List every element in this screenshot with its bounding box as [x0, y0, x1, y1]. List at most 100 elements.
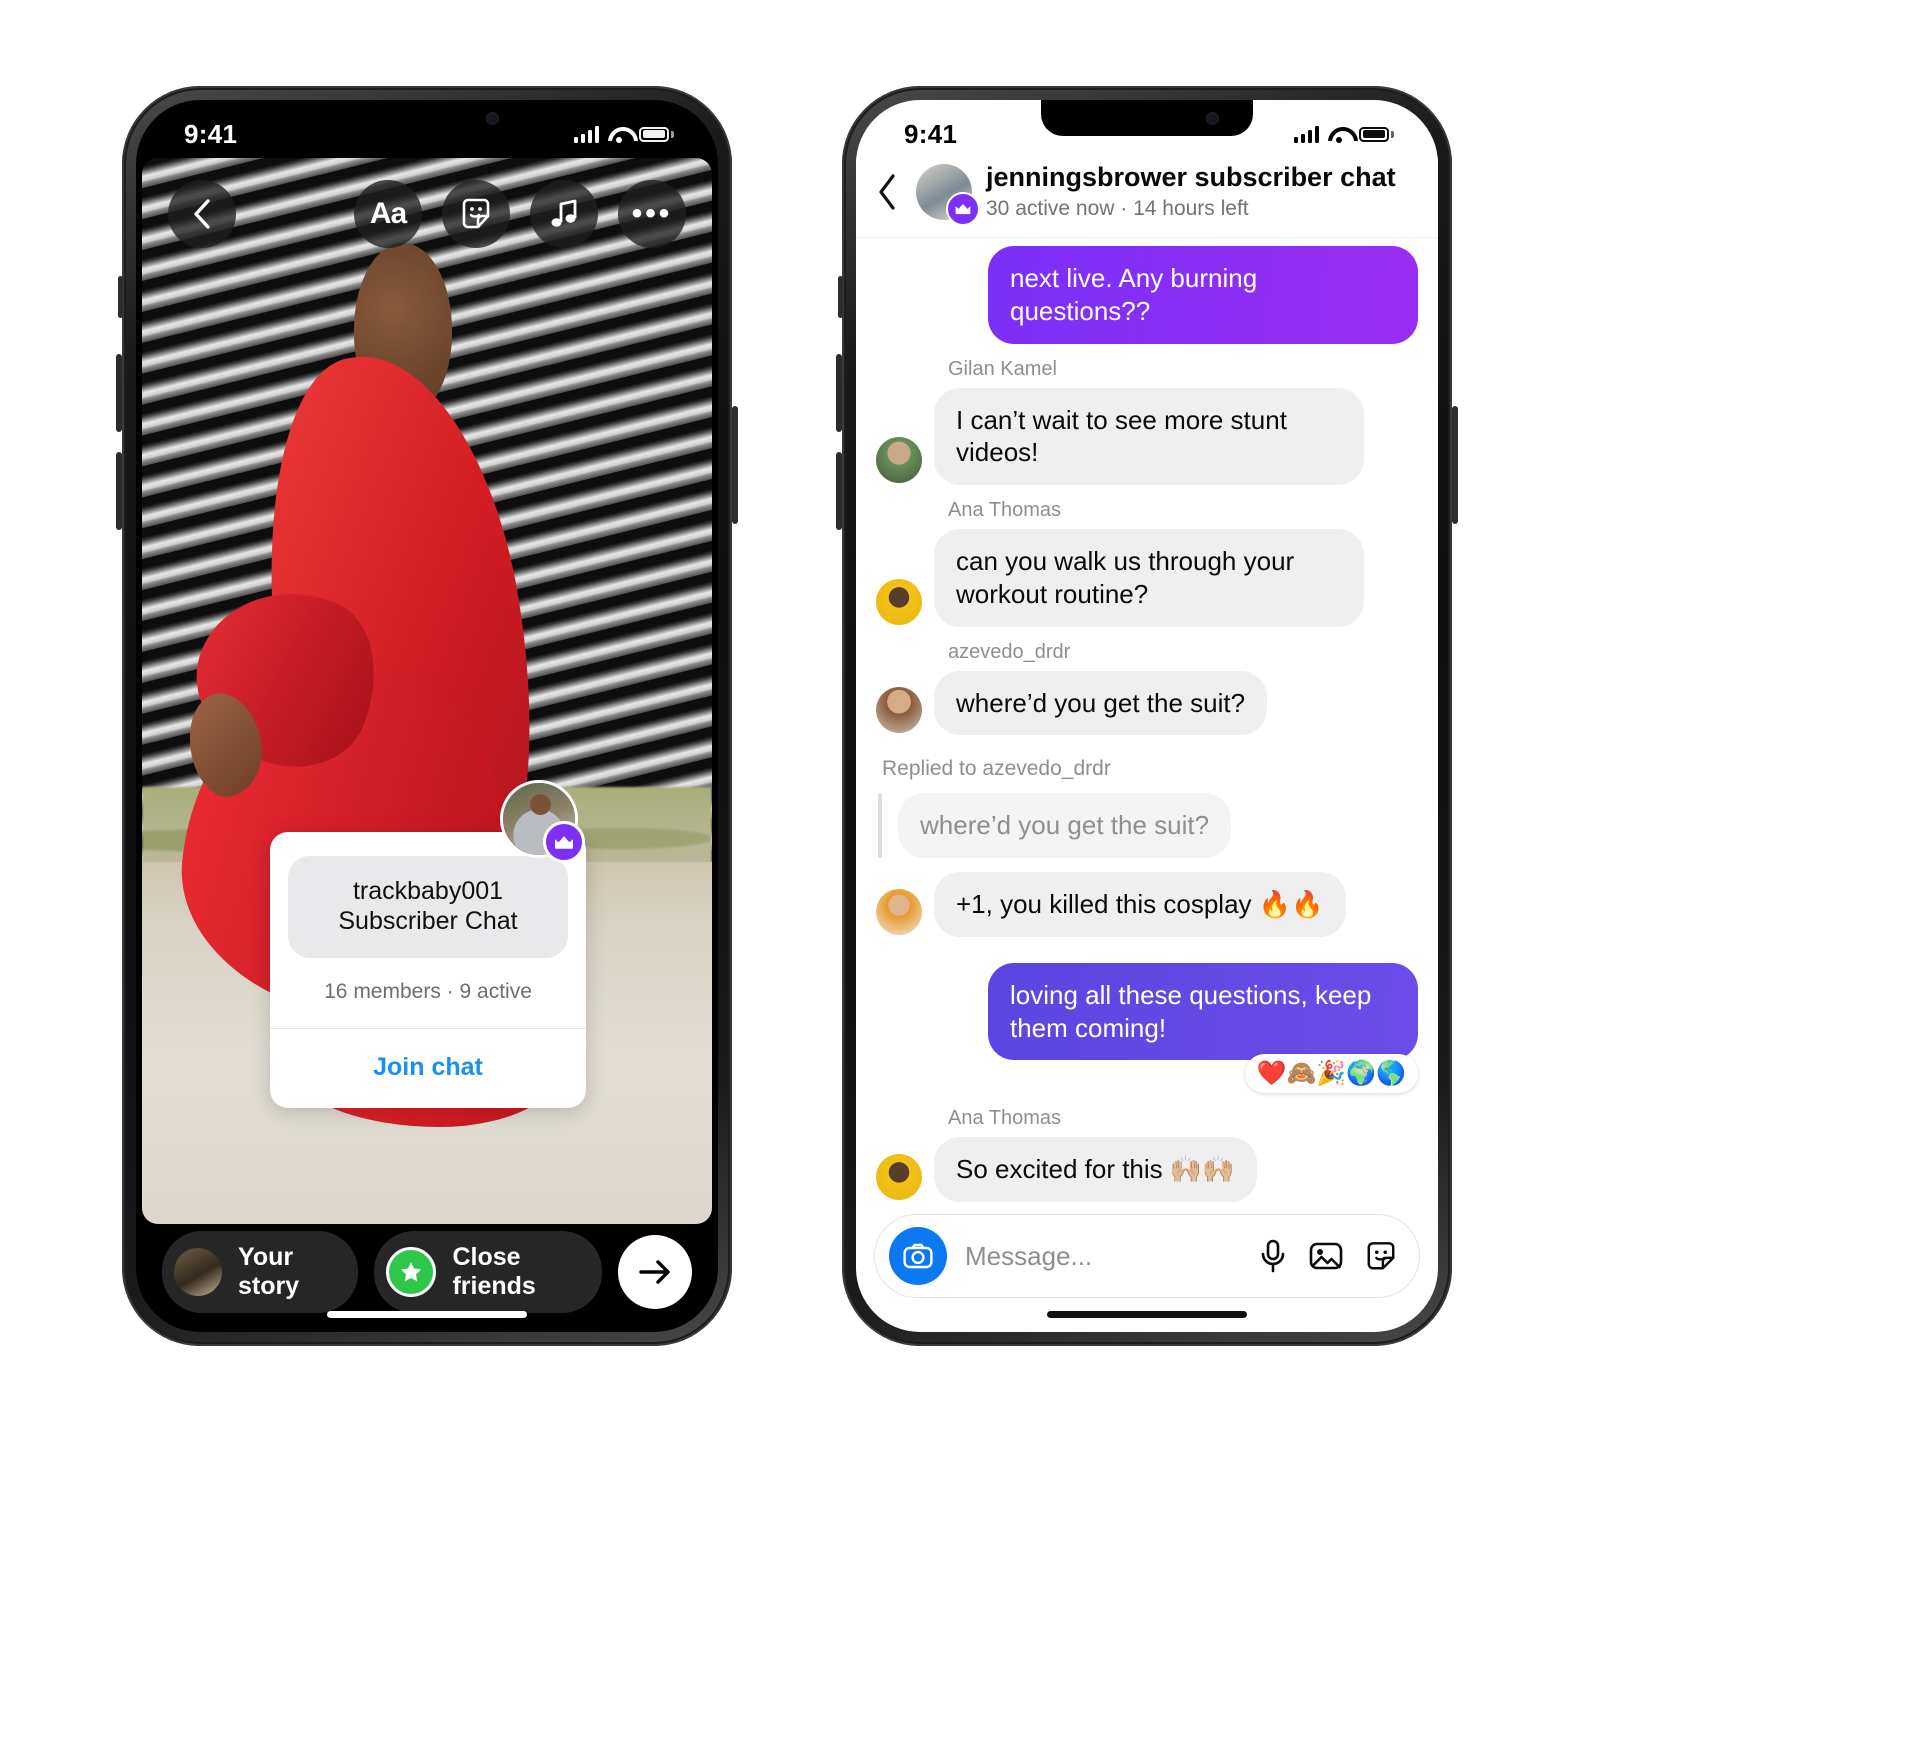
- message-reactions[interactable]: ❤️🙈🎉🌍🌎: [1244, 1054, 1418, 1094]
- sender-avatar[interactable]: [876, 578, 922, 625]
- music-note-icon: [551, 199, 577, 227]
- message-sender-name: Ana Thomas: [948, 1107, 1062, 1130]
- music-tool-button[interactable]: [530, 180, 598, 248]
- phone-right: 9:41 jenningsbrower subscriber chat 30 a…: [836, 86, 1458, 1346]
- status-bar-right: 9:41: [856, 100, 1438, 158]
- message-row-incoming[interactable]: I can’t wait to see more stunt videos!: [876, 387, 1418, 486]
- message-bubble[interactable]: So excited for this 🙌🏼🙌🏼: [934, 1137, 1257, 1203]
- subscriber-chat-sticker[interactable]: trackbaby001 Subscriber Chat 16 members …: [270, 780, 586, 1108]
- chevron-left-icon: [194, 199, 210, 229]
- arrow-right-icon: [639, 1260, 670, 1284]
- message-row-incoming[interactable]: where’d you get the suit?: [876, 670, 1418, 736]
- camera-button[interactable]: [889, 1227, 947, 1285]
- sticker-icon: [462, 198, 490, 229]
- wifi-icon: [1328, 126, 1350, 143]
- message-row-incoming[interactable]: can you walk us through your workout rou…: [876, 529, 1418, 627]
- creator-avatar[interactable]: [916, 163, 980, 226]
- battery-icon: [639, 126, 674, 142]
- power-button-right[interactable]: [1452, 406, 1458, 524]
- green-star-icon: [386, 1247, 437, 1297]
- sender-avatar[interactable]: [876, 437, 922, 484]
- message-sender-name: Gilan Kamel: [948, 357, 1057, 380]
- close-friends-button[interactable]: Close friends: [374, 1231, 602, 1313]
- reply-label: Replied to azevedo_drdr: [882, 757, 1111, 781]
- mute-switch-right[interactable]: [838, 276, 843, 318]
- text-tool-button[interactable]: Aa: [354, 180, 422, 248]
- chevron-left-icon: [879, 173, 895, 210]
- cellular-bars-icon: [573, 125, 599, 143]
- photo-gallery-icon: [1309, 1242, 1343, 1270]
- message-row-incoming[interactable]: So excited for this 🙌🏼🙌🏼: [876, 1137, 1418, 1203]
- phone-right-screen: 9:41 jenningsbrower subscriber chat 30 a…: [856, 100, 1438, 1332]
- power-button[interactable]: [732, 406, 738, 524]
- battery-icon: [1359, 126, 1394, 142]
- sticker-button[interactable]: [1365, 1240, 1397, 1272]
- message-bubble[interactable]: next live. Any burning questions??: [988, 246, 1418, 344]
- chat-header-text: jenningsbrower subscriber chat 30 active…: [986, 162, 1396, 221]
- message-thread[interactable]: next live. Any burning questions?? Gilan…: [856, 238, 1438, 1206]
- volume-up-button[interactable]: [116, 354, 122, 432]
- quoted-message[interactable]: where’d you get the suit?: [878, 793, 1418, 859]
- more-options-button[interactable]: •••: [618, 180, 686, 248]
- cellular-bars-icon: [1293, 125, 1319, 143]
- your-story-button[interactable]: Your story: [162, 1231, 359, 1313]
- chat-sticker-bubble: trackbaby001 Subscriber Chat: [288, 840, 568, 958]
- story-tools-right: Aa •••: [354, 180, 686, 248]
- status-bar-left: 9:41: [136, 100, 718, 158]
- camera-icon: [903, 1243, 933, 1269]
- quote-bar: [878, 793, 882, 859]
- status-time: 9:41: [904, 118, 958, 149]
- mute-switch[interactable]: [118, 276, 123, 318]
- crown-badge-icon: [946, 191, 980, 226]
- story-toolbar: Aa •••: [142, 180, 712, 248]
- composer-icons: [1259, 1239, 1397, 1273]
- wifi-icon: [608, 126, 630, 143]
- chat-sticker-members: 16 members · 9 active: [324, 980, 532, 1003]
- your-story-label: Your story: [238, 1243, 300, 1300]
- volume-up-button-right[interactable]: [836, 354, 842, 432]
- microphone-button[interactable]: [1259, 1239, 1287, 1273]
- message-bubble[interactable]: can you walk us through your workout rou…: [934, 529, 1364, 627]
- join-chat-button[interactable]: Join chat: [270, 1029, 586, 1108]
- message-sender-name: Ana Thomas: [948, 499, 1062, 522]
- message-row-incoming[interactable]: +1, you killed this cosplay 🔥🔥: [876, 872, 1418, 937]
- message-composer: Message...: [874, 1214, 1420, 1298]
- message-bubble[interactable]: loving all these questions, keep them co…: [988, 962, 1418, 1061]
- back-button[interactable]: [876, 173, 902, 211]
- message-bubble[interactable]: +1, you killed this cosplay 🔥🔥: [934, 872, 1346, 937]
- sender-avatar[interactable]: [876, 687, 922, 734]
- phone-left: 9:41 Aa ••• trackbaby001 Subscriber Chat…: [116, 86, 738, 1346]
- message-input[interactable]: Message...: [965, 1241, 1241, 1272]
- chat-header: jenningsbrower subscriber chat 30 active…: [856, 158, 1438, 239]
- text-tool-label: Aa: [369, 197, 407, 230]
- creator-avatar: [500, 780, 585, 863]
- home-indicator: [327, 1311, 527, 1318]
- chat-sticker-title: trackbaby001: [352, 877, 504, 905]
- sender-avatar[interactable]: [876, 1154, 922, 1201]
- volume-down-button-right[interactable]: [836, 452, 842, 530]
- close-friends-label: Close friends: [452, 1243, 536, 1300]
- home-indicator: [1047, 1311, 1247, 1318]
- quoted-text: where’d you get the suit?: [898, 793, 1232, 859]
- message-row-outgoing[interactable]: loving all these questions, keep them co…: [876, 962, 1418, 1061]
- gallery-button[interactable]: [1309, 1241, 1343, 1271]
- send-story-button[interactable]: [618, 1235, 692, 1309]
- story-media[interactable]: Aa ••• trackbaby001 Subscriber Chat 16 m…: [142, 158, 712, 1224]
- user-avatar: [174, 1248, 222, 1296]
- chat-subtitle: 30 active now · 14 hours left: [986, 197, 1249, 221]
- message-bubble[interactable]: I can’t wait to see more stunt videos!: [934, 387, 1364, 486]
- message-bubble[interactable]: where’d you get the suit?: [934, 670, 1268, 736]
- message-row-outgoing[interactable]: next live. Any burning questions??: [876, 246, 1418, 344]
- back-button[interactable]: [168, 180, 236, 248]
- message-sender-name: azevedo_drdr: [948, 640, 1071, 663]
- crown-badge-icon: [543, 821, 585, 863]
- sender-avatar[interactable]: [876, 888, 922, 935]
- status-time: 9:41: [184, 118, 238, 149]
- sticker-icon: [1367, 1242, 1395, 1270]
- volume-down-button[interactable]: [116, 452, 122, 530]
- reply-message-group: Replied to azevedo_drdr where’d you get …: [876, 757, 1418, 937]
- status-indicators: [1293, 125, 1394, 143]
- phone-left-screen: 9:41 Aa ••• trackbaby001 Subscriber Chat…: [136, 100, 718, 1332]
- sticker-tool-button[interactable]: [442, 180, 510, 248]
- status-indicators: [573, 125, 674, 143]
